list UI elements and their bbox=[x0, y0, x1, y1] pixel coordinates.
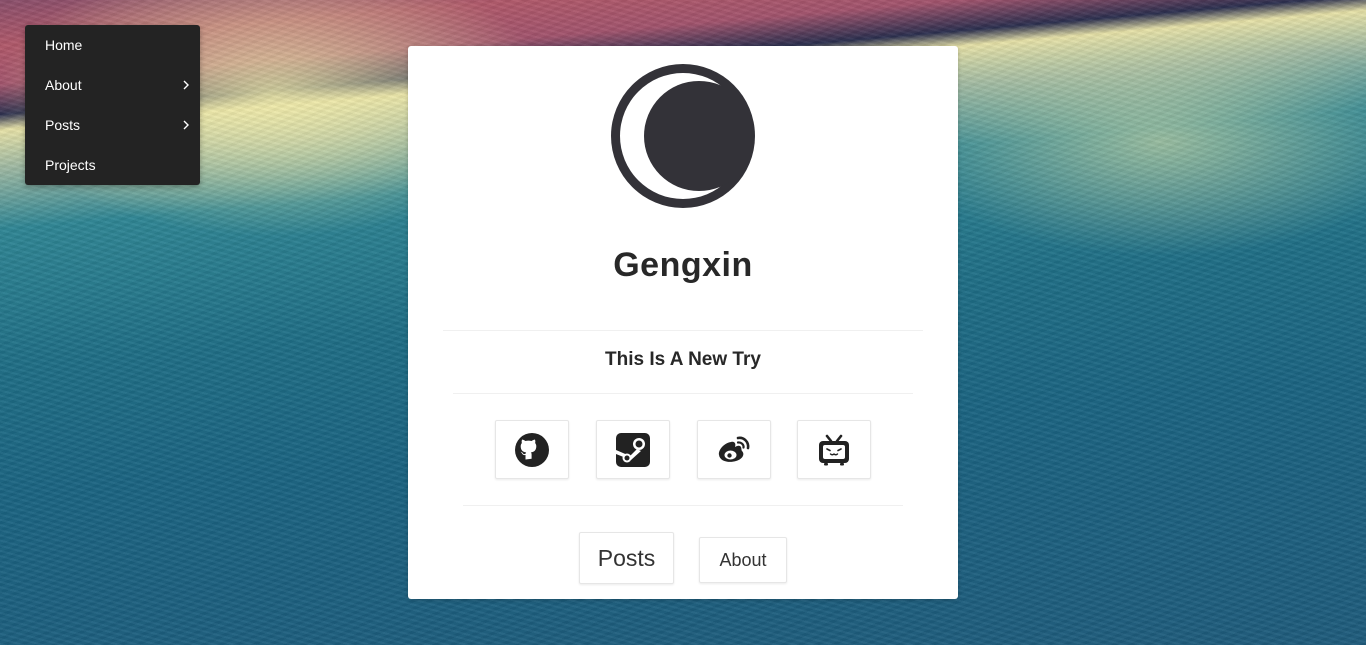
menu-item-label: Projects bbox=[45, 157, 96, 173]
menu-item-about[interactable]: About bbox=[25, 65, 200, 105]
menu-item-home[interactable]: Home bbox=[25, 25, 200, 65]
posts-button-label: Posts bbox=[597, 544, 656, 571]
menu-item-posts[interactable]: Posts bbox=[25, 105, 200, 145]
divider bbox=[463, 505, 903, 506]
profile-tagline: This Is A New Try bbox=[605, 349, 761, 370]
moon-icon bbox=[611, 64, 755, 208]
profile-name: Gengxin bbox=[613, 246, 753, 284]
steam-icon bbox=[616, 432, 650, 467]
chevron-right-icon bbox=[183, 80, 189, 90]
menu-item-projects[interactable]: Projects bbox=[25, 145, 200, 185]
weibo-icon bbox=[718, 436, 750, 462]
profile-card: Gengxin This Is A New Try Posts About bbox=[408, 46, 958, 599]
menu-item-label: About bbox=[45, 77, 82, 93]
divider bbox=[453, 393, 913, 394]
github-link[interactable] bbox=[495, 420, 569, 479]
menu-item-label: Posts bbox=[45, 117, 81, 133]
steam-link[interactable] bbox=[596, 420, 670, 479]
chevron-right-icon bbox=[183, 120, 189, 130]
about-button-label: About bbox=[719, 549, 767, 570]
weibo-link[interactable] bbox=[697, 420, 771, 479]
bilibili-icon bbox=[819, 434, 849, 465]
bilibili-link[interactable] bbox=[797, 420, 871, 479]
posts-button[interactable]: Posts bbox=[579, 532, 674, 584]
menu-item-label: Home bbox=[45, 37, 83, 53]
github-icon bbox=[515, 432, 549, 467]
divider bbox=[443, 330, 923, 331]
navigation-menu: Home About Posts Projects bbox=[25, 25, 200, 185]
about-button[interactable]: About bbox=[699, 537, 787, 583]
